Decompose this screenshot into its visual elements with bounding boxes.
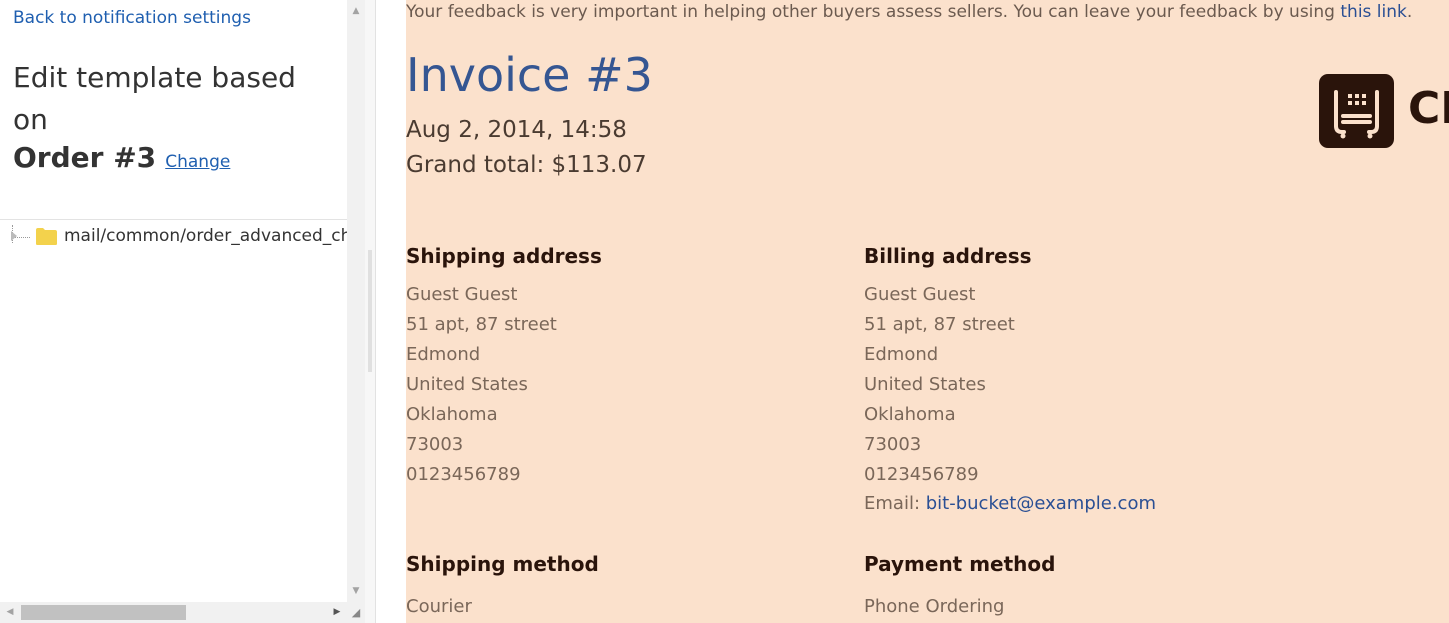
feedback-end: . — [1406, 2, 1413, 22]
shipping-phone: 0123456789 — [406, 464, 521, 485]
order-line: Order #3 Change — [13, 141, 230, 174]
shipping-city: Edmond — [406, 344, 481, 365]
invoice-date: Aug 2, 2014, 14:58 — [406, 117, 627, 143]
shipping-street: 51 apt, 87 street — [406, 314, 557, 335]
feedback-notice: Your feedback is very important in helpi… — [406, 2, 1412, 22]
billing-country: United States — [864, 374, 986, 395]
billing-state: Oklahoma — [864, 404, 956, 425]
payment-method-value: Phone Ordering — [864, 596, 1005, 617]
folder-icon — [36, 228, 57, 245]
scroll-down-icon[interactable]: ▼ — [347, 582, 365, 600]
shipping-method-value: Courier — [406, 596, 472, 617]
splitter-grip[interactable] — [368, 250, 372, 372]
billing-city: Edmond — [864, 344, 939, 365]
billing-address-title: Billing address — [864, 244, 1032, 268]
panel-splitter[interactable] — [365, 0, 376, 623]
billing-email-link[interactable]: bit-bucket@example.com — [926, 493, 1156, 514]
billing-email: Email: bit-bucket@example.com — [864, 493, 1156, 514]
horizontal-scroll-thumb[interactable] — [21, 605, 186, 620]
sidebar-vertical-scrollbar[interactable]: ▲ ▼ — [347, 0, 365, 602]
sidebar-horizontal-scrollbar[interactable]: ◀ ▶ — [0, 602, 347, 623]
shipping-address-title: Shipping address — [406, 244, 602, 268]
billing-street: 51 apt, 87 street — [864, 314, 1015, 335]
template-sidebar: Back to notification settings Edit templ… — [0, 0, 347, 602]
billing-phone: 0123456789 — [864, 464, 979, 485]
edit-template-heading: Edit template based on — [13, 61, 296, 136]
change-order-link[interactable]: Change — [165, 152, 230, 172]
back-to-notification-settings-link[interactable]: Back to notification settings — [13, 8, 251, 28]
scroll-right-icon[interactable]: ▶ — [329, 602, 345, 623]
billing-zip: 73003 — [864, 434, 922, 455]
tree-expand-icon[interactable] — [9, 225, 31, 249]
email-preview: Your feedback is very important in helpi… — [406, 0, 1449, 623]
shipping-country: United States — [406, 374, 528, 395]
store-logo-icon — [1319, 74, 1394, 148]
feedback-text: Your feedback is very important in helpi… — [406, 2, 1341, 22]
feedback-link[interactable]: this link — [1340, 2, 1407, 22]
invoice-title: Invoice #3 — [406, 48, 653, 102]
scroll-left-icon[interactable]: ◀ — [2, 602, 18, 623]
shipping-method-title: Shipping method — [406, 552, 599, 576]
shipping-zip: 73003 — [406, 434, 464, 455]
scroll-up-icon[interactable]: ▲ — [347, 2, 365, 20]
shipping-name: Guest Guest — [406, 284, 518, 305]
tree-divider — [0, 219, 347, 220]
order-name: Order #3 — [13, 141, 157, 174]
billing-name: Guest Guest — [864, 284, 976, 305]
store-logo-text: CF — [1408, 83, 1449, 134]
payment-method-title: Payment method — [864, 552, 1056, 576]
shipping-state: Oklahoma — [406, 404, 498, 425]
grand-total: Grand total: $113.07 — [406, 152, 647, 178]
billing-email-label: Email: — [864, 493, 926, 514]
resize-grip-icon[interactable]: ◢ — [347, 602, 365, 623]
tree-item-label[interactable]: mail/common/order_advanced_cha — [64, 226, 347, 246]
